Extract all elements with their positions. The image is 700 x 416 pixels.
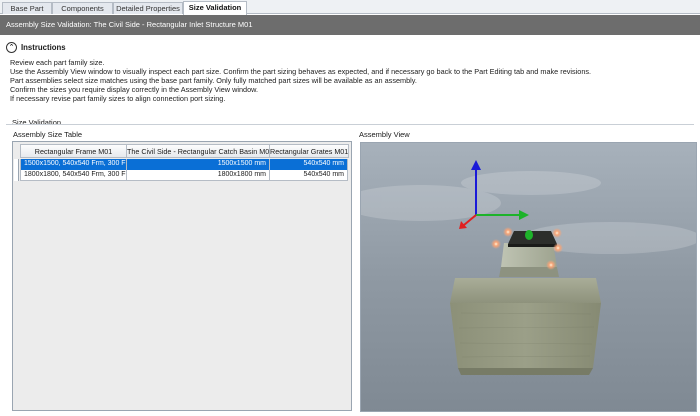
table-row[interactable]: 1500x1500, 540x540 Frm, 300 FrHt 1500x15… <box>20 159 348 170</box>
table-cell: 540x540 mm <box>270 159 348 170</box>
assembly-size-table[interactable]: Rectangular Frame M01 The Civil Side - R… <box>12 141 352 411</box>
table-cell: 1800x1800 mm <box>127 170 270 180</box>
row-indicator[interactable] <box>14 159 19 170</box>
catch-basin-model <box>450 278 601 375</box>
table-cell: 540x540 mm <box>270 170 348 180</box>
assembly-view-label: Assembly View <box>359 130 410 139</box>
table-header: Rectangular Frame M01 The Civil Side - R… <box>20 144 349 158</box>
column-header-grates[interactable]: Rectangular Grates M01 <box>270 145 348 157</box>
instructions-title: Instructions <box>21 42 66 52</box>
instructions-text: Review each part family size. Use the As… <box>10 58 591 103</box>
tab-base-part[interactable]: Base Part <box>2 2 52 14</box>
frame-model <box>499 243 559 277</box>
insertion-point-icon[interactable] <box>525 230 533 240</box>
tab-detailed-properties[interactable]: Detailed Properties <box>113 2 183 14</box>
assembly-header-title: Assembly Size Validation: The Civil Side… <box>6 20 253 29</box>
collapse-chevron-up-icon[interactable]: ⌃ <box>6 41 17 53</box>
assembly-header: Assembly Size Validation: The Civil Side… <box>0 15 700 35</box>
instruction-line: Review each part family size. <box>10 58 105 67</box>
assembly-size-table-label: Assembly Size Table <box>13 130 83 139</box>
tab-components[interactable]: Components <box>52 2 113 14</box>
assembly-view-viewport[interactable] <box>360 142 697 412</box>
size-validation-label: Size Validation <box>12 118 62 127</box>
size-validation-divider <box>6 124 694 125</box>
instructions-header[interactable]: ⌃ Instructions <box>6 41 66 53</box>
column-header-catch-basin[interactable]: The Civil Side - Rectangular Catch Basin… <box>127 145 270 157</box>
column-header-frame[interactable]: Rectangular Frame M01 <box>21 145 127 157</box>
instruction-line: Use the Assembly View window to visually… <box>10 67 592 76</box>
table-cell: 1500x1500 mm <box>127 159 270 170</box>
row-indicator[interactable] <box>14 170 19 181</box>
instruction-line: If necessary revise part family sizes to… <box>10 94 226 103</box>
table-row[interactable]: 1800x1800, 540x540 Frm, 300 FrHt 1800x18… <box>20 170 348 181</box>
assembly-3d-render[interactable] <box>361 143 697 412</box>
tab-bar: Base Part Components Detailed Properties… <box>0 0 700 15</box>
instruction-line: Part assemblies select size matches usin… <box>10 76 417 85</box>
instruction-line: Confirm the sizes you require display co… <box>10 85 259 94</box>
table-cell: 1800x1800, 540x540 Frm, 300 FrHt <box>21 170 127 180</box>
tab-size-validation[interactable]: Size Validation <box>183 1 247 15</box>
table-cell: 1500x1500, 540x540 Frm, 300 FrHt <box>21 159 127 170</box>
